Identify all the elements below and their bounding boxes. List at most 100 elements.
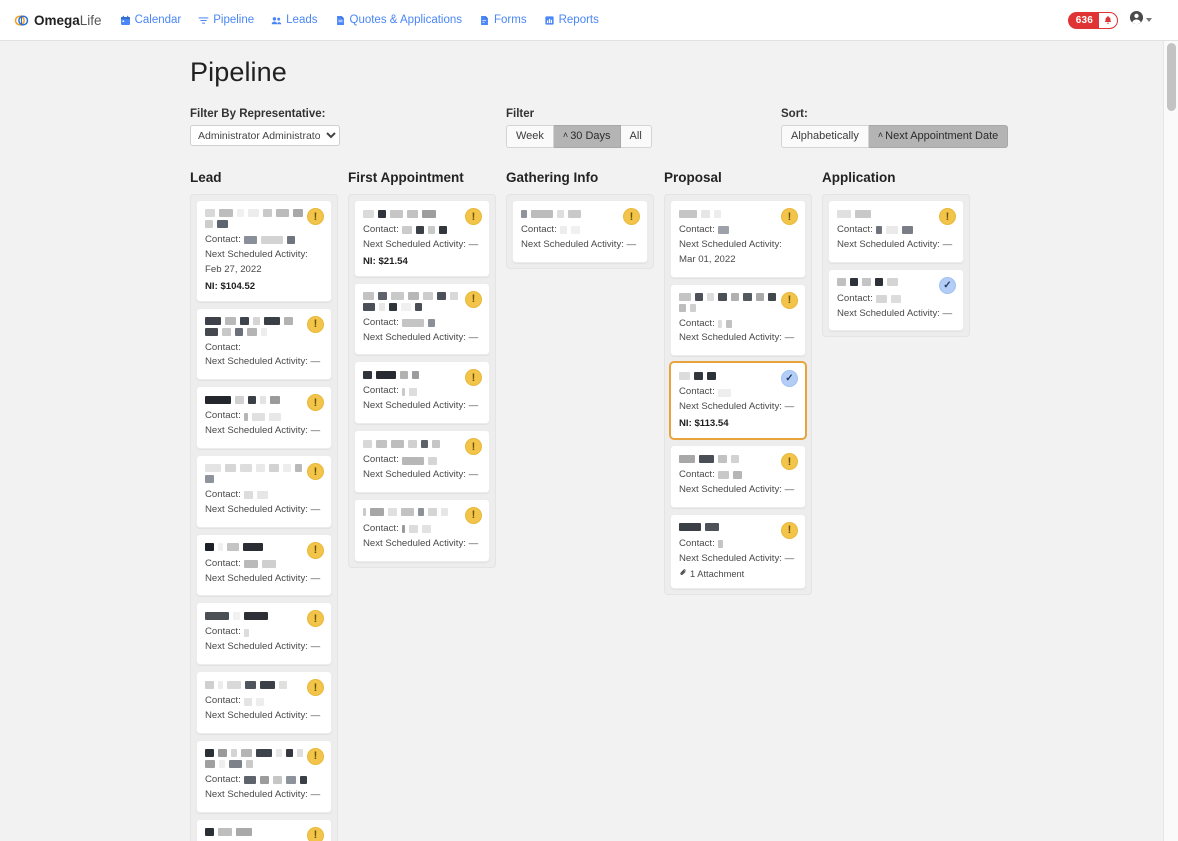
nav-label: Leads [286, 14, 318, 26]
card-next-activity-line: Next Scheduled Activity: — [679, 401, 795, 413]
alert-badge-icon[interactable]: ! [307, 826, 324, 841]
pipeline-card[interactable]: ! Contact: Next Scheduled Activity: — NI: $… [354, 200, 490, 277]
alert-badge-icon[interactable]: ! [623, 208, 640, 225]
redacted-text-block [400, 370, 408, 379]
card-title-redacted [363, 291, 481, 311]
pipeline-card[interactable]: ! Contact: Next Scheduled Activity: — [196, 455, 332, 528]
pipeline-card[interactable]: ! Contact: Next Scheduled Activity: — [670, 445, 806, 508]
pipeline-card[interactable]: ! Contact: Next Scheduled Activity: — [196, 386, 332, 450]
card-contact-line: Contact: [205, 233, 323, 248]
pipeline-card[interactable]: ! Contact: Next Scheduled Activity: — [354, 361, 490, 425]
card-contact-label: Contact: [205, 773, 241, 785]
card-contact-value-blocks [717, 388, 731, 397]
redacted-text-block [256, 748, 272, 757]
check-badge-icon[interactable]: ✓ [939, 276, 956, 294]
alert-badge-icon[interactable]: ! [307, 315, 324, 333]
sort-option-next-appointment-date[interactable]: ˄ Next Appointment Date [868, 125, 1009, 149]
alert-badge-icon[interactable]: ! [939, 208, 956, 225]
nav-item-pipeline[interactable]: Pipeline [198, 14, 254, 26]
alert-badge-icon[interactable]: ! [781, 453, 798, 471]
alert-badge-icon[interactable]: ! [781, 291, 798, 309]
alert-badge-icon[interactable]: ! [307, 747, 324, 765]
alert-badge-icon[interactable]: ! [465, 290, 482, 308]
pipeline-card[interactable]: ! Contact: Next Scheduled Activity: — [828, 200, 964, 263]
alert-badge-icon[interactable]: ! [307, 208, 324, 225]
card-contact-label: Contact: [363, 224, 399, 235]
card-title-blocks [363, 439, 440, 448]
brand-name-bold: Omega [34, 12, 80, 28]
pipeline-card[interactable]: !Contact: [196, 818, 332, 841]
alert-badge-icon[interactable]: ! [307, 463, 324, 481]
pipeline-card[interactable]: ! Contact: Next Scheduled Activity: — [196, 739, 332, 813]
card-next-activity-line: Next Scheduled Activity: — [363, 400, 479, 412]
card-next-activity-line: Next Scheduled Activity: Mar 01, 2022 [679, 238, 782, 265]
card-contact-line: Contact: [363, 316, 481, 331]
alert-badge-icon[interactable]: ! [465, 208, 482, 225]
page-scrollbar-thumb[interactable] [1167, 43, 1176, 111]
redacted-text-block [235, 395, 244, 404]
redacted-text-block [218, 680, 223, 689]
nav-item-forms[interactable]: Forms [479, 14, 527, 26]
pipeline-card[interactable]: ! Contact: Next Scheduled Activity: — [512, 200, 648, 263]
card-contact-line: Contact: [205, 694, 323, 709]
redacted-text-block [205, 327, 218, 336]
pipeline-column-dropzone[interactable]: ! Contact: Next Scheduled Activity: — NI: $… [348, 194, 496, 568]
pipeline-card[interactable]: ! Contact: Next Scheduled Activity: Mar 01… [670, 200, 806, 278]
pipeline-card[interactable]: ! Contact: Next Scheduled Activity: — [196, 533, 332, 597]
redacted-text-block [437, 291, 446, 300]
redacted-text-block [276, 209, 289, 217]
pipeline-card[interactable]: ! Contact: Next Scheduled Activity: — [670, 283, 806, 357]
card-title-redacted [363, 370, 481, 379]
card-title-blocks [679, 292, 777, 312]
range-option-week[interactable]: Week [506, 125, 554, 149]
nav-item-leads[interactable]: Leads [271, 14, 318, 26]
alert-badge-icon[interactable]: ! [781, 208, 798, 225]
alert-badge-icon[interactable]: ! [307, 541, 324, 559]
nav-item-calendar[interactable]: Calendar [120, 14, 181, 26]
pipeline-column-dropzone[interactable]: ! Contact: Next Scheduled Activity: — ✓ Cont… [822, 194, 970, 338]
pipeline-card[interactable]: ! Contact: Next Scheduled Activity: — [354, 498, 490, 562]
pipeline-column-dropzone[interactable]: ! Contact: Next Scheduled Activity: — [506, 194, 654, 269]
redacted-text-block [837, 209, 851, 218]
page-scrollbar[interactable] [1163, 41, 1178, 841]
sort-option-alphabetically[interactable]: Alphabetically [781, 125, 869, 149]
pipeline-card[interactable]: ✓ Contact: Next Scheduled Activity: — NI: $… [670, 362, 806, 440]
alert-badge-icon[interactable]: ! [465, 506, 482, 524]
range-option-all[interactable]: All [620, 125, 652, 149]
pipeline-column-dropzone[interactable]: ! Contact: Next Scheduled Activity: Feb 27… [190, 194, 338, 841]
card-attachment[interactable]: 1 Attachment [679, 568, 797, 579]
account-menu[interactable] [1129, 10, 1152, 30]
redacted-text-block [717, 540, 723, 549]
card-title-redacted [205, 680, 323, 689]
alert-badge-icon[interactable]: ! [781, 521, 798, 539]
card-contact-line: Contact: [837, 223, 955, 238]
pipeline-card[interactable]: ! Contact: Next Scheduled Activity: — [196, 671, 332, 734]
card-contact-value-blocks [243, 412, 281, 421]
bell-icon [1099, 11, 1118, 29]
nav-item-quotes-applications[interactable]: Quotes & Applications [335, 14, 462, 26]
representative-select[interactable]: Administrator Administrator [190, 125, 340, 146]
brand-logo[interactable]: OmegaLife [14, 13, 102, 28]
pipeline-card[interactable]: ! Contact: Next Scheduled Activity: Feb 27… [196, 200, 332, 302]
report-icon [544, 15, 555, 26]
nav-item-reports[interactable]: Reports [544, 14, 599, 26]
card-contact-value-blocks [243, 491, 268, 500]
pipeline-card[interactable]: ! Contact: Next Scheduled Activity: — [354, 282, 490, 356]
pipeline-column-dropzone[interactable]: ! Contact: Next Scheduled Activity: Mar 01… [664, 194, 812, 596]
redacted-text-block [388, 508, 397, 517]
card-next-activity-line: Next Scheduled Activity: — [205, 572, 321, 584]
redacted-text-block [717, 226, 729, 235]
card-title-redacted [205, 828, 323, 837]
redacted-text-block [253, 316, 260, 325]
pipeline-card[interactable]: ! Contact: Next Scheduled Activity: — [196, 307, 332, 381]
alerts-badge[interactable]: 636 [1067, 11, 1118, 29]
card-contact-value-blocks [717, 320, 732, 328]
pipeline-card[interactable]: ! Contact: Next Scheduled Activity: — [196, 602, 332, 666]
pipeline-card[interactable]: ! Contact: Next Scheduled Activity: — 1 Att… [670, 513, 806, 590]
redacted-text-block [218, 543, 223, 552]
redacted-text-block [427, 319, 435, 328]
pipeline-card[interactable]: ✓ Contact: Next Scheduled Activity: — [828, 268, 964, 332]
pipeline-column-title: Lead [190, 170, 222, 185]
pipeline-card[interactable]: ! Contact: Next Scheduled Activity: — [354, 430, 490, 493]
range-option-30-days[interactable]: ˄ 30 Days [553, 125, 621, 149]
